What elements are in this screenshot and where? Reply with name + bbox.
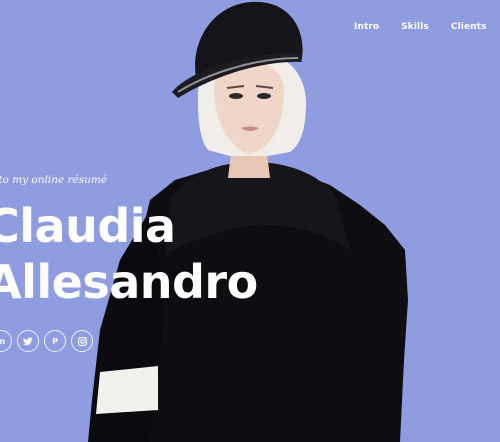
hero-name-first: Claudia (0, 199, 176, 253)
hero-section: Intro Skills Clients W ne to my online r… (0, 0, 500, 442)
twitter-button[interactable] (17, 330, 39, 352)
instagram-button[interactable] (71, 330, 93, 352)
linkedin-button[interactable]: in (0, 330, 12, 352)
hero-name-last: Allesandro (0, 255, 258, 309)
pinterest-button[interactable]: P (44, 330, 66, 352)
nav-item-clients[interactable]: Clients (451, 22, 487, 32)
twitter-icon (23, 336, 33, 345)
intro-tagline: ne to my online résumé (0, 174, 108, 186)
nav-item-intro[interactable]: Intro (354, 22, 379, 32)
social-links: in P (0, 330, 93, 352)
linkedin-icon: in (0, 336, 6, 346)
instagram-icon (77, 336, 87, 346)
pinterest-icon: P (52, 336, 58, 346)
nav-item-skills[interactable]: Skills (401, 22, 429, 32)
main-nav: Intro Skills Clients W (354, 22, 500, 32)
hero-name: Claudia Allesandro (0, 198, 258, 310)
